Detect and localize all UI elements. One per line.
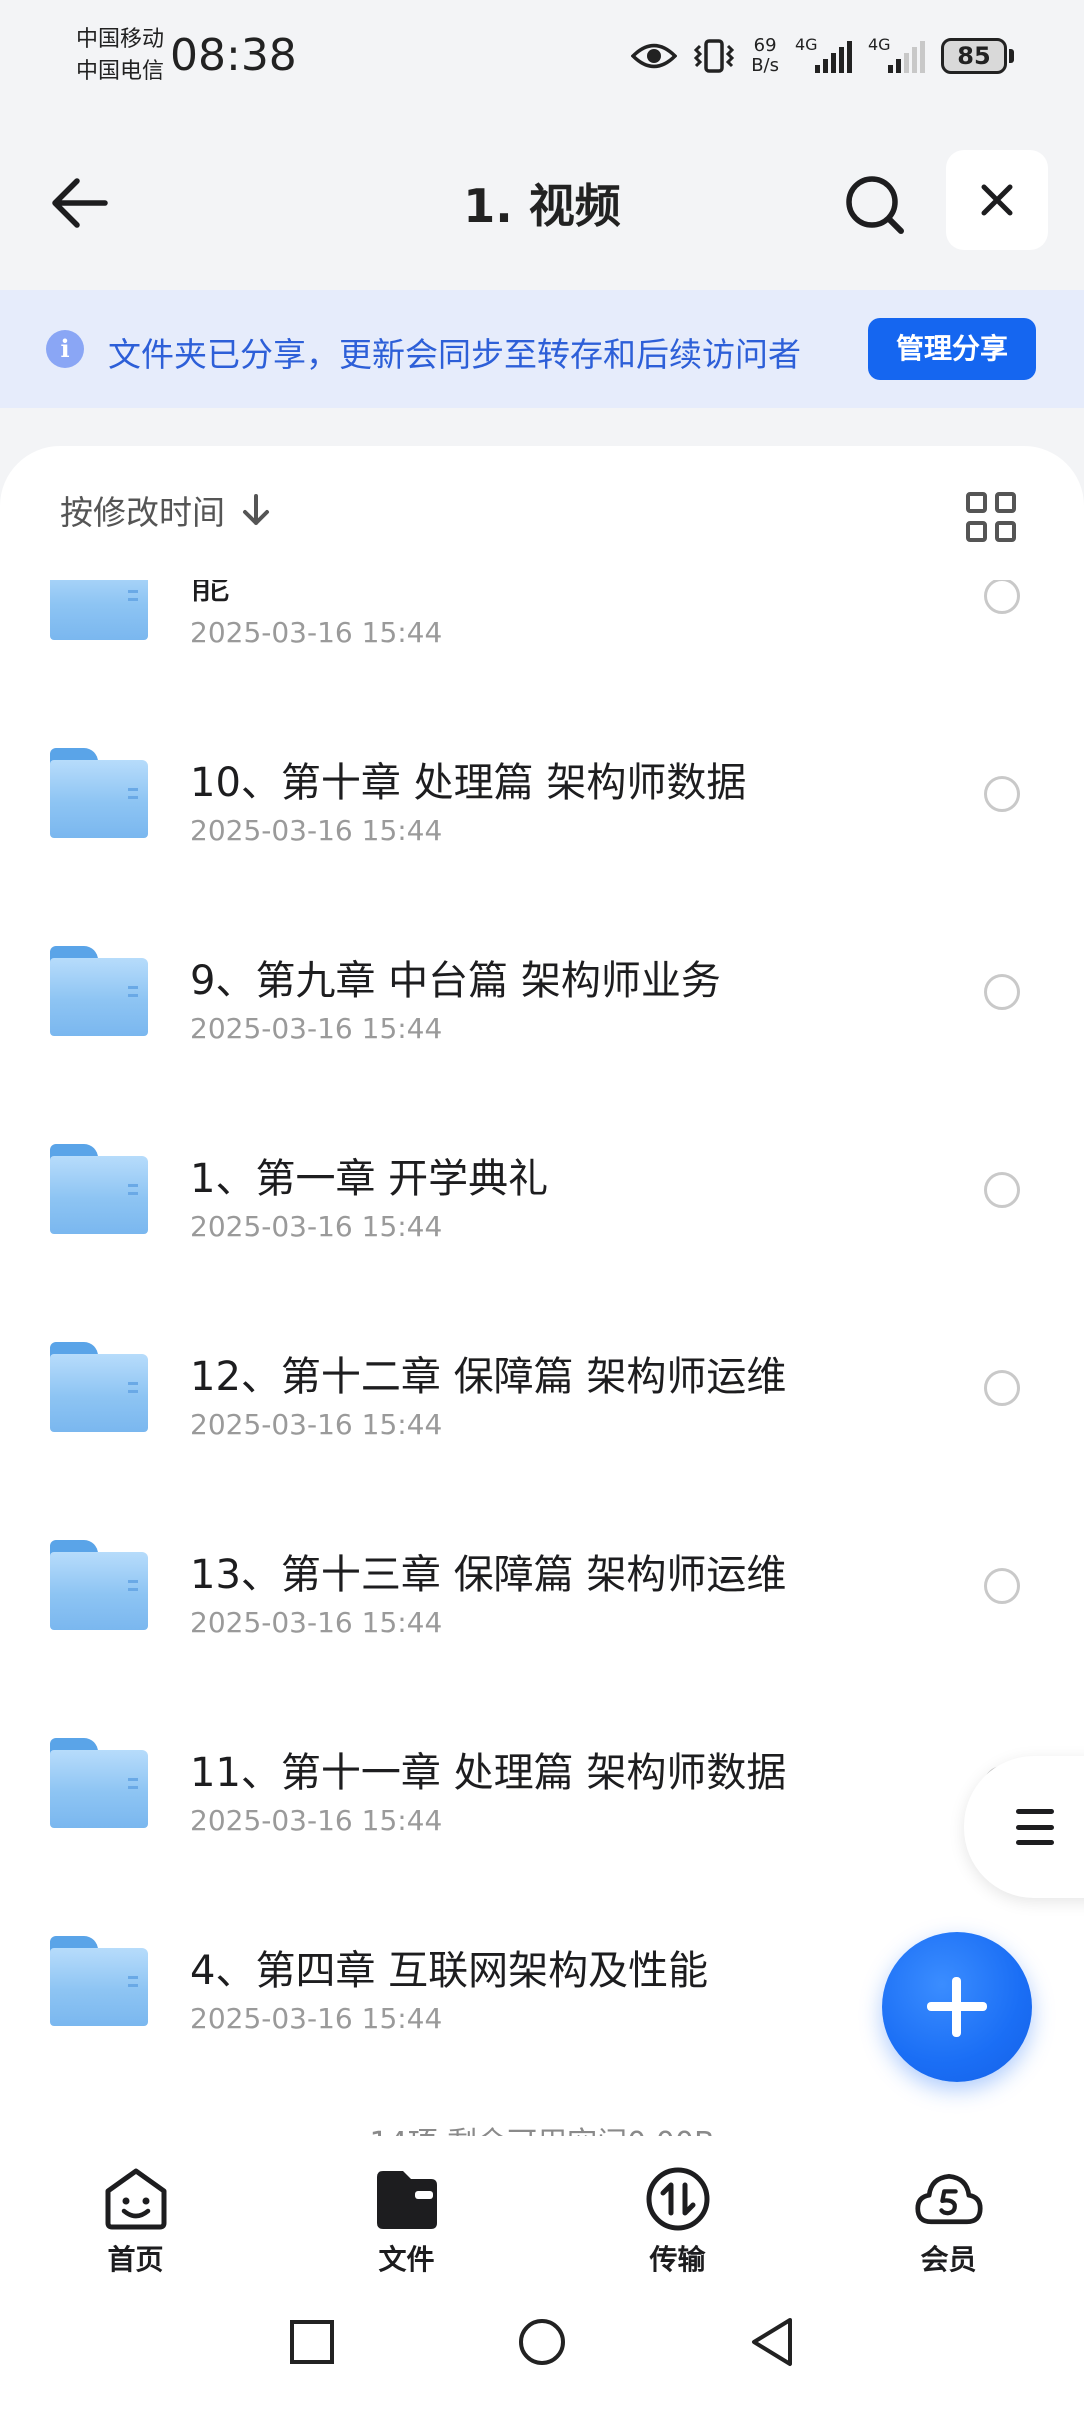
manage-share-button[interactable]: 管理分享 xyxy=(868,318,1036,380)
list-item[interactable]: 11、第十一章 处理篇 架构师数据 2025-03-16 15:44 xyxy=(0,1700,1084,1898)
grid-view-button[interactable] xyxy=(962,488,1020,546)
file-list[interactable]: 能 2025-03-16 15:44 10、第十章 处理篇 架构师数据 2025… xyxy=(0,580,1084,2040)
file-list-inner: 能 2025-03-16 15:44 10、第十章 处理篇 架构师数据 2025… xyxy=(0,580,1084,2040)
nav-vip[interactable]: 会员 xyxy=(813,2136,1084,2282)
item-name: 能 xyxy=(190,580,230,608)
folder-icon xyxy=(50,1540,148,1630)
item-time: 2025-03-16 15:44 xyxy=(190,616,443,649)
nav-home[interactable]: 首页 xyxy=(0,2136,271,2282)
bottom-nav: 首页 文件 传输 会员 xyxy=(0,2136,1084,2282)
network-speed: 69 B/s xyxy=(751,36,779,76)
nav-files[interactable]: 文件 xyxy=(271,2136,542,2282)
list-item[interactable]: 9、第九章 中台篇 架构师业务 2025-03-16 15:44 xyxy=(0,908,1084,1106)
list-item[interactable]: 1、第一章 开学典礼 2025-03-16 15:44 xyxy=(0,1106,1084,1304)
close-icon xyxy=(981,184,1013,216)
list-item[interactable]: 12、第十二章 保障篇 架构师运维 2025-03-16 15:44 xyxy=(0,1304,1084,1502)
select-radio[interactable] xyxy=(984,1568,1020,1604)
item-name: 13、第十三章 保障篇 架构师运维 xyxy=(190,1552,787,1598)
share-banner: i 文件夹已分享，更新会同步至转存和后续访问者 管理分享 xyxy=(0,290,1084,408)
page-header: 1. 视频 xyxy=(0,118,1084,288)
status-time: 08:38 xyxy=(170,30,297,81)
item-name: 12、第十二章 保障篇 架构师运维 xyxy=(190,1354,787,1400)
item-time: 2025-03-16 15:44 xyxy=(190,1210,443,1243)
network-speed-value: 69 xyxy=(753,35,777,56)
select-radio[interactable] xyxy=(984,1370,1020,1406)
nav-vip-label: 会员 xyxy=(920,2243,977,2276)
circle-icon xyxy=(519,2319,565,2365)
info-icon: i xyxy=(46,330,84,368)
carrier-1: 中国移动 xyxy=(76,27,165,52)
sort-selector[interactable]: 按修改时间 xyxy=(60,486,271,534)
battery-level: 85 xyxy=(941,38,1007,74)
item-name: 1、第一章 开学典礼 xyxy=(190,1156,549,1202)
arrow-down-icon xyxy=(243,494,269,525)
triangle-back-icon xyxy=(752,2318,792,2366)
nav-files-label: 文件 xyxy=(378,2243,435,2276)
page-title: 1. 视频 xyxy=(463,179,621,233)
system-nav-bar xyxy=(0,2282,1084,2412)
select-radio[interactable] xyxy=(984,776,1020,812)
vip-cloud-icon xyxy=(914,2166,984,2232)
item-time: 2025-03-16 15:44 xyxy=(190,814,443,847)
system-back-button[interactable] xyxy=(742,2312,802,2372)
item-time: 2025-03-16 15:44 xyxy=(190,1012,443,1045)
home-button[interactable] xyxy=(512,2312,572,2372)
share-message: 文件夹已分享，更新会同步至转存和后续访问者 xyxy=(108,335,801,374)
carrier-info: 中国移动 中国电信 xyxy=(76,24,164,88)
select-radio[interactable] xyxy=(984,974,1020,1010)
select-radio[interactable] xyxy=(984,1172,1020,1208)
recent-apps-button[interactable] xyxy=(282,2312,342,2372)
nav-transfer[interactable]: 传输 xyxy=(542,2136,813,2282)
list-item[interactable]: 能 2025-03-16 15:44 xyxy=(0,580,1084,710)
item-name: 10、第十章 处理篇 架构师数据 xyxy=(190,760,747,806)
signal-1-label: 4G xyxy=(795,35,818,54)
list-item[interactable]: 13、第十三章 保障篇 架构师运维 2025-03-16 15:44 xyxy=(0,1502,1084,1700)
signal-2-icon: 4G xyxy=(868,35,925,73)
folder-icon xyxy=(50,1738,148,1828)
battery-icon: 85 xyxy=(941,38,1014,74)
home-smile-icon xyxy=(101,2166,171,2232)
item-time: 2025-03-16 15:44 xyxy=(190,1804,443,1837)
folder-icon xyxy=(50,748,148,838)
item-name: 11、第十一章 处理篇 架构师数据 xyxy=(190,1750,787,1796)
signal-2-label: 4G xyxy=(868,35,891,54)
folder-icon xyxy=(50,1144,148,1234)
menu-icon xyxy=(1016,1809,1054,1845)
sort-label: 按修改时间 xyxy=(60,493,225,532)
search-icon xyxy=(846,176,904,234)
storage-footnote: 14项 剩余可用空间0.00B xyxy=(0,2118,1084,2136)
grid-view-icon xyxy=(966,492,987,513)
item-time: 2025-03-16 15:44 xyxy=(190,2002,443,2035)
search-button[interactable] xyxy=(838,168,912,242)
file-list-card: 按修改时间 能 2025-03-16 15:44 10、第十章 处理篇 架构师数… xyxy=(0,446,1084,2136)
vibrate-icon xyxy=(694,39,735,73)
status-bar: 中国移动 中国电信 08:38 69 B/s 4G 4G 85 xyxy=(0,0,1084,118)
item-time: 2025-03-16 15:44 xyxy=(190,1408,443,1441)
status-icons: 69 B/s 4G 4G 85 xyxy=(631,32,1014,80)
item-time: 2025-03-16 15:44 xyxy=(190,1606,443,1639)
transfer-icon xyxy=(643,2166,713,2232)
folder-icon xyxy=(372,2166,442,2232)
select-radio[interactable] xyxy=(984,580,1020,614)
folder-icon xyxy=(50,946,148,1036)
add-button[interactable] xyxy=(882,1932,1032,2082)
network-speed-unit: B/s xyxy=(751,55,779,76)
folder-icon xyxy=(50,1936,148,2026)
square-icon xyxy=(290,2320,334,2364)
item-name: 9、第九章 中台篇 架构师业务 xyxy=(190,958,721,1004)
nav-home-label: 首页 xyxy=(107,2243,164,2276)
nav-transfer-label: 传输 xyxy=(649,2243,706,2276)
item-name: 4、第四章 互联网架构及性能 xyxy=(190,1948,709,1994)
carrier-2: 中国电信 xyxy=(76,59,165,84)
signal-1-icon: 4G xyxy=(795,35,852,73)
folder-icon xyxy=(50,580,148,640)
list-item[interactable]: 10、第十章 处理篇 架构师数据 2025-03-16 15:44 xyxy=(0,710,1084,908)
folder-icon xyxy=(50,1342,148,1432)
eye-icon xyxy=(631,43,678,69)
close-button[interactable] xyxy=(946,150,1048,250)
